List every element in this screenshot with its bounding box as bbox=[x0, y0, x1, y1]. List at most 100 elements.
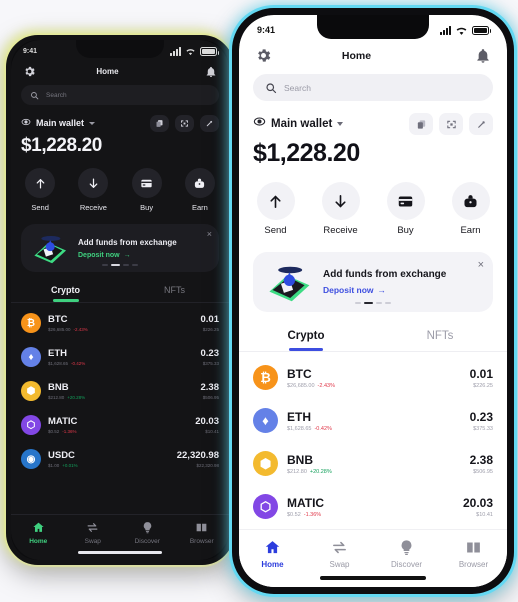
table-row[interactable]: ⬢ BNB $212.80 +20.28% 2.38 $506.95 bbox=[21, 374, 219, 408]
send-label: Send bbox=[264, 225, 287, 236]
asset-amount: 2.38 bbox=[469, 452, 493, 467]
asset-symbol: USDC bbox=[48, 450, 75, 461]
cellular-signal-icon bbox=[170, 47, 181, 56]
asset-symbol: BNB bbox=[48, 382, 69, 393]
table-row[interactable]: ₿ BTC $26,685.00 -2.43% 0.01 $226.25 bbox=[253, 356, 493, 399]
asset-list-dark: ₿ BTC $26,685.00 -2.43% 0.01 $226.25 ♦ ETH $1,62… bbox=[11, 303, 229, 476]
nav-home[interactable]: Home bbox=[11, 521, 66, 545]
banner-title: Add funds from exchange bbox=[323, 269, 447, 280]
asset-info: ETH $1,628.65 -0.42% bbox=[48, 348, 194, 366]
table-row[interactable]: ₿ BTC $26,685.00 -2.43% 0.01 $226.25 bbox=[21, 306, 219, 340]
asset-symbol: BTC bbox=[287, 366, 312, 381]
asset-fiat-value: $506.95 bbox=[202, 395, 219, 400]
swap-icon bbox=[333, 541, 346, 554]
wifi-icon bbox=[456, 27, 467, 35]
gear-icon[interactable] bbox=[255, 47, 272, 64]
nav-browser[interactable]: Browser bbox=[175, 521, 230, 545]
asset-balance: 2.38 $506.95 bbox=[201, 382, 220, 400]
asset-amount: 0.01 bbox=[469, 366, 493, 381]
wallet-selector[interactable]: Main wallet bbox=[253, 115, 344, 133]
asset-change: +20.28% bbox=[309, 468, 332, 475]
table-row[interactable]: ⬡ MATIC $0.52 -1.36% 20.03 $10.41 bbox=[253, 485, 493, 528]
copy-icon[interactable] bbox=[150, 114, 169, 132]
bell-icon[interactable] bbox=[475, 48, 491, 64]
close-icon[interactable]: × bbox=[478, 259, 484, 271]
bell-icon[interactable] bbox=[205, 66, 217, 78]
asset-amount: 22,320.98 bbox=[176, 450, 219, 461]
asset-balance: 20.03 $10.41 bbox=[195, 416, 219, 434]
link-icon[interactable] bbox=[469, 113, 493, 135]
asset-price-change: $26,685.00 -2.43% bbox=[287, 383, 461, 389]
close-icon[interactable]: × bbox=[207, 229, 212, 239]
arrow-down-icon bbox=[335, 194, 346, 207]
asset-change: -0.42% bbox=[71, 361, 86, 366]
home-icon bbox=[33, 522, 44, 532]
tab-nfts[interactable]: NFTs bbox=[120, 285, 229, 302]
copy-icon[interactable] bbox=[409, 113, 433, 135]
asset-info: USDC $1.00+0.01% bbox=[48, 450, 170, 468]
gear-icon[interactable] bbox=[23, 65, 36, 78]
book-icon bbox=[196, 523, 207, 532]
table-row[interactable]: ♦ ETH $1,628.65 -0.42% 0.23 $375.33 bbox=[253, 399, 493, 442]
table-row[interactable]: ⬢ BNB $212.80 +20.28% 2.38 $506.95 bbox=[253, 442, 493, 485]
search-icon bbox=[266, 82, 277, 93]
nav-discover-label: Discover bbox=[134, 538, 160, 545]
scan-icon[interactable] bbox=[175, 114, 194, 132]
promo-banner[interactable]: Add funds from exchange Deposit now → × bbox=[253, 252, 493, 312]
scan-icon[interactable] bbox=[439, 113, 463, 135]
nav-swap[interactable]: Swap bbox=[66, 521, 121, 545]
screenshot-stage: 9:41 Home Search Main wallet $1,228.20 S… bbox=[0, 0, 518, 602]
tab-nfts[interactable]: NFTs bbox=[373, 330, 507, 351]
home-icon bbox=[265, 541, 280, 554]
nav-discover[interactable]: Discover bbox=[120, 521, 175, 545]
page-title: Home bbox=[341, 49, 372, 62]
coin-logo-icon: ₿ bbox=[21, 313, 41, 333]
coin-logo-icon: ♦ bbox=[21, 347, 41, 367]
coin-logo-icon: ♦ bbox=[253, 408, 278, 433]
nav-home[interactable]: Home bbox=[239, 539, 306, 569]
receive-button[interactable]: Receive bbox=[74, 168, 112, 212]
table-row[interactable]: ♦ ETH $1,628.65 -0.42% 0.23 $375.33 bbox=[21, 340, 219, 374]
arrow-right-icon: → bbox=[377, 285, 387, 295]
carousel-dots[interactable] bbox=[355, 302, 391, 304]
deposit-now-label: Deposit now bbox=[78, 251, 120, 259]
nav-discover[interactable]: Discover bbox=[373, 539, 440, 569]
table-row[interactable]: ◉ USDC $1.00+0.01% 22,320.98 $22,320.98 bbox=[21, 442, 219, 476]
carousel-dots[interactable] bbox=[102, 264, 138, 266]
coin-logo-icon: ⬡ bbox=[21, 415, 41, 435]
asset-price: $26,685.00 bbox=[48, 327, 71, 332]
nav-swap[interactable]: Swap bbox=[306, 539, 373, 569]
app-header: Home bbox=[11, 60, 229, 81]
deposit-now-link[interactable]: Deposit now → bbox=[78, 252, 177, 259]
nav-browser-label: Browser bbox=[458, 560, 489, 569]
link-icon[interactable] bbox=[200, 114, 219, 132]
deposit-now-link[interactable]: Deposit now → bbox=[323, 285, 446, 295]
asset-price-change: $1.00+0.01% bbox=[48, 463, 170, 468]
nav-discover-label: Discover bbox=[390, 560, 423, 569]
send-button[interactable]: Send bbox=[21, 168, 59, 212]
send-button[interactable]: Send bbox=[253, 182, 298, 236]
asset-change: +0.01% bbox=[62, 463, 78, 468]
earn-button[interactable]: Earn bbox=[181, 168, 219, 212]
nav-browser[interactable]: Browser bbox=[440, 539, 507, 569]
buy-label: Buy bbox=[397, 225, 414, 236]
asset-price: $0.52 bbox=[48, 429, 60, 434]
wallet-selector[interactable]: Main wallet bbox=[21, 114, 96, 132]
search-input[interactable]: Search bbox=[21, 85, 219, 105]
earn-button[interactable]: Earn bbox=[448, 182, 493, 236]
receive-button[interactable]: Receive bbox=[318, 182, 363, 236]
card-icon bbox=[141, 179, 152, 187]
tab-crypto[interactable]: Crypto bbox=[239, 330, 373, 351]
tab-crypto[interactable]: Crypto bbox=[11, 285, 120, 302]
buy-button[interactable]: Buy bbox=[128, 168, 166, 212]
table-row[interactable]: ⬡ MATIC $0.52 -1.36% 20.03 $10.41 bbox=[21, 408, 219, 442]
asset-info: BTC $26,685.00 -2.43% bbox=[287, 367, 461, 389]
coin-logo-icon: ⬢ bbox=[21, 381, 41, 401]
arrow-down-icon bbox=[89, 178, 98, 188]
wallet-row: Main wallet bbox=[239, 101, 507, 135]
quick-actions: Send Receive Buy Earn bbox=[239, 168, 507, 236]
buy-button[interactable]: Buy bbox=[383, 182, 428, 236]
search-input[interactable]: Search bbox=[253, 74, 493, 101]
promo-banner[interactable]: Add funds from exchange Deposit now → × bbox=[21, 224, 219, 272]
arrow-up-icon bbox=[36, 178, 44, 188]
